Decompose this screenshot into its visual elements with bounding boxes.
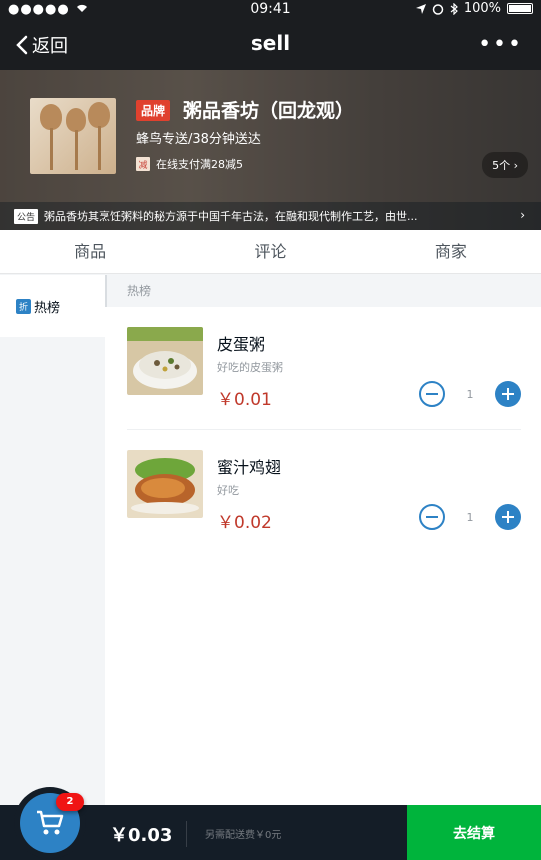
- cart-icon: [37, 810, 64, 835]
- battery-percent: 100%: [463, 1, 501, 16]
- tab-seller[interactable]: 商家: [361, 230, 541, 273]
- more-icon[interactable]: •••: [478, 32, 523, 57]
- bulletin-bar[interactable]: 公告 粥品香坊其烹饪粥料的秘方源于中国千年古法，在融和现代制作工艺，由世... …: [0, 202, 541, 230]
- promo-row: 减 在线支付满28减5: [136, 156, 243, 172]
- seller-header: 品牌 粥品香坊（回龙观） 蜂鸟专送/38分钟送达 减 在线支付满28减5 5个 …: [0, 70, 541, 230]
- food-item[interactable]: 蜜汁鸡翅 好吃 ￥0.02 1: [127, 430, 521, 553]
- bulletin-tag: 公告: [14, 208, 39, 224]
- shopcart-bar: 2 ￥0.03 另需配送费￥0元 去结算: [0, 787, 541, 860]
- food-name: 蜜汁鸡翅: [217, 458, 282, 477]
- food-count: 1: [466, 510, 474, 524]
- battery-icon: [507, 3, 533, 14]
- section-title: 热榜: [105, 275, 541, 307]
- tab-ratings[interactable]: 评论: [180, 230, 360, 273]
- seller-avatar: [30, 98, 116, 174]
- food-item[interactable]: 皮蛋粥 好吃的皮蛋粥 ￥0.01 1: [127, 307, 521, 430]
- checkout-button[interactable]: 去结算: [407, 805, 541, 860]
- cart-control: 1: [419, 381, 521, 407]
- bulletin-text: 粥品香坊其烹饪粥料的秘方源于中国千年古法，在融和现代制作工艺，由世...: [44, 210, 418, 223]
- food-list: 热榜 皮蛋粥 好吃的皮蛋粥 ￥0.01 1 蜜汁鸡翅 好吃 ￥0.02 1: [105, 275, 541, 805]
- food-description: 好吃的皮蛋粥: [217, 361, 283, 374]
- food-price: ￥0.01: [217, 390, 272, 410]
- promo-text: 在线支付满28减5: [156, 158, 243, 171]
- food-image: [127, 450, 203, 518]
- bluetooth-icon: [450, 2, 458, 15]
- discount-icon: 减: [136, 157, 150, 171]
- menu-item-label: 热榜: [34, 300, 61, 316]
- food-description: 好吃: [217, 484, 239, 497]
- increase-button[interactable]: [495, 504, 521, 530]
- cart-control: 1: [419, 504, 521, 530]
- menu-item-hot[interactable]: 折 热榜: [0, 275, 105, 337]
- status-bar: ●●●●● 09:41 100%: [0, 0, 541, 18]
- cart-count-badge: 2: [56, 793, 84, 811]
- brand-badge: 品牌: [136, 100, 171, 121]
- food-image: [127, 327, 203, 395]
- nav-bar: 返回 sell •••: [0, 18, 541, 70]
- alarm-icon: [432, 3, 444, 15]
- tab-bar: 商品 评论 商家: [0, 230, 541, 274]
- food-price: ￥0.02: [217, 513, 272, 533]
- chevron-right-icon: ›: [520, 208, 525, 222]
- location-icon: [415, 3, 426, 14]
- discount-icon: 折: [16, 298, 31, 314]
- tab-goods[interactable]: 商品: [0, 230, 180, 273]
- increase-button[interactable]: [495, 381, 521, 407]
- status-right: 100%: [415, 1, 533, 16]
- category-menu: 折 热榜: [0, 275, 105, 805]
- page-title: sell: [250, 31, 291, 55]
- seller-name: 粥品香坊（回龙观）: [183, 100, 355, 122]
- food-name: 皮蛋粥: [217, 335, 266, 354]
- decrease-button[interactable]: [419, 504, 445, 530]
- supports-count-button[interactable]: 5个 ›: [482, 152, 528, 178]
- delivery-fee-text: 另需配送费￥0元: [205, 830, 282, 841]
- decrease-button[interactable]: [419, 381, 445, 407]
- cart-total-price: ￥0.03: [110, 821, 188, 847]
- delivery-info: 蜂鸟专送/38分钟送达: [136, 132, 261, 147]
- food-count: 1: [466, 387, 474, 401]
